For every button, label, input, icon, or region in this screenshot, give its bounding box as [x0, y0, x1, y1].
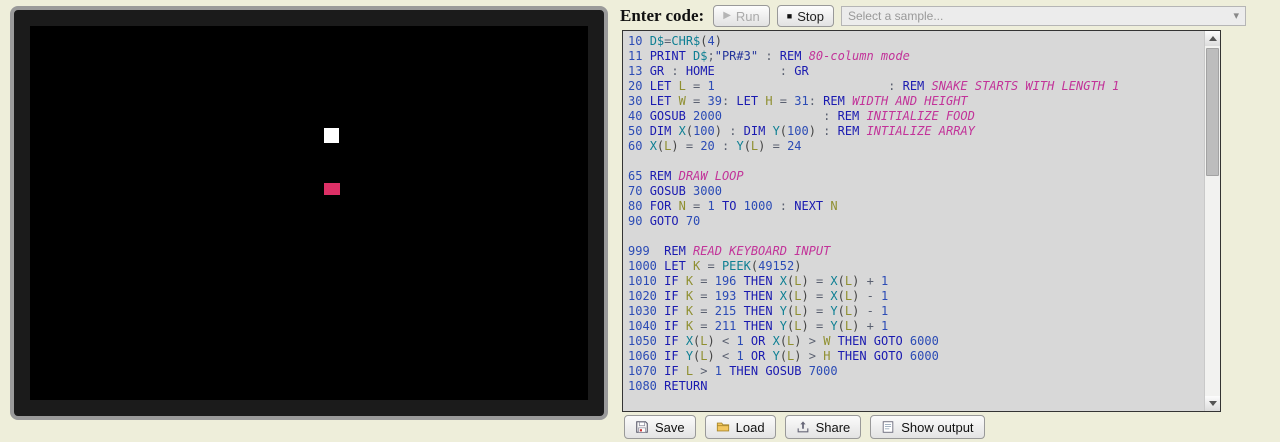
snake-block	[324, 128, 339, 143]
code-line: 999 REM READ KEYBOARD INPUT	[628, 244, 1203, 259]
enter-code-label: Enter code:	[620, 6, 704, 26]
code-line	[628, 154, 1203, 169]
stop-button[interactable]: ■ Stop	[777, 5, 834, 27]
share-label: Share	[816, 420, 851, 435]
load-label: Load	[736, 420, 765, 435]
code-line: 90 GOTO 70	[628, 214, 1203, 229]
sample-select-placeholder: Select a sample...	[848, 9, 943, 23]
code-line: 1010 IF K = 196 THEN X(L) = X(L) + 1	[628, 274, 1203, 289]
toolbar: Enter code: ▶ Run ■ Stop Select a sample…	[620, 4, 1246, 28]
share-button[interactable]: Share	[785, 415, 862, 439]
code-line: 1050 IF X(L) < 1 OR X(L) > W THEN GOTO 6…	[628, 334, 1203, 349]
code-line: 50 DIM X(100) : DIM Y(100) : REM INTIALI…	[628, 124, 1203, 139]
code-line: 80 FOR N = 1 TO 1000 : NEXT N	[628, 199, 1203, 214]
code-line: 1030 IF K = 215 THEN Y(L) = Y(L) - 1	[628, 304, 1203, 319]
code-line: 1080 RETURN	[628, 379, 1203, 394]
chevron-down-icon: ▾	[1233, 11, 1239, 22]
code-editor[interactable]: 10 D$=CHR$(4)11 PRINT D$;"PR#3" : REM 80…	[622, 30, 1221, 412]
code-line: 1999 REM INITIALIZE FOOD	[628, 409, 1203, 411]
stop-icon: ■	[787, 12, 792, 21]
code-line: 1060 IF Y(L) < 1 OR Y(L) > H THEN GOTO 6…	[628, 349, 1203, 364]
code-line: 65 REM DRAW LOOP	[628, 169, 1203, 184]
editor-scrollbar[interactable]	[1204, 31, 1220, 411]
scrollbar-thumb[interactable]	[1206, 48, 1219, 176]
share-icon	[796, 420, 810, 434]
scroll-up-button[interactable]	[1205, 31, 1220, 46]
show-output-label: Show output	[901, 420, 973, 435]
code-line: 20 LET L = 1 : REM SNAKE STARTS WITH LEN…	[628, 79, 1203, 94]
actions-bar: Save Load Share Show output	[624, 415, 985, 439]
code-line: 40 GOSUB 2000 : REM INITIALIZE FOOD	[628, 109, 1203, 124]
code-line: 70 GOSUB 3000	[628, 184, 1203, 199]
code-line: 10 D$=CHR$(4)	[628, 34, 1203, 49]
code-line	[628, 229, 1203, 244]
sample-select[interactable]: Select a sample... ▾	[841, 6, 1246, 26]
code-line: 30 LET W = 39: LET H = 31: REM WIDTH AND…	[628, 94, 1203, 109]
stop-label: Stop	[797, 9, 824, 24]
code-line: 11 PRINT D$;"PR#3" : REM 80-column mode	[628, 49, 1203, 64]
run-label: Run	[736, 9, 760, 24]
code-lines: 10 D$=CHR$(4)11 PRINT D$;"PR#3" : REM 80…	[623, 34, 1203, 411]
output-window-icon	[881, 420, 895, 434]
code-line: 1070 IF L > 1 THEN GOSUB 7000	[628, 364, 1203, 379]
show-output-button[interactable]: Show output	[870, 415, 984, 439]
run-button[interactable]: ▶ Run	[713, 5, 770, 27]
game-canvas	[30, 26, 588, 400]
scroll-down-button[interactable]	[1205, 396, 1220, 411]
save-button[interactable]: Save	[624, 415, 696, 439]
floppy-icon	[635, 420, 649, 434]
folder-icon	[716, 420, 730, 434]
apple2-screen	[10, 6, 608, 420]
code-line	[628, 394, 1203, 409]
save-label: Save	[655, 420, 685, 435]
arrow-down-icon	[1209, 401, 1217, 406]
code-line: 1020 IF K = 193 THEN X(L) = X(L) - 1	[628, 289, 1203, 304]
code-line: 1000 LET K = PEEK(49152)	[628, 259, 1203, 274]
code-line: 60 X(L) = 20 : Y(L) = 24	[628, 139, 1203, 154]
load-button[interactable]: Load	[705, 415, 776, 439]
code-line: 1040 IF K = 211 THEN Y(L) = Y(L) + 1	[628, 319, 1203, 334]
food-block	[324, 183, 340, 195]
run-icon: ▶	[723, 11, 731, 21]
arrow-up-icon	[1209, 36, 1217, 41]
code-line: 13 GR : HOME : GR	[628, 64, 1203, 79]
